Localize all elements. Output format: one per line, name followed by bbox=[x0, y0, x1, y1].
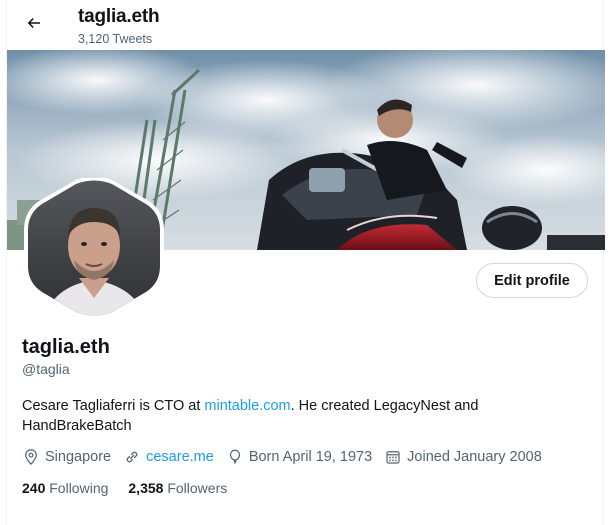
profile-avatar[interactable] bbox=[24, 176, 164, 320]
arrow-left-icon bbox=[27, 17, 40, 29]
follow-stats: 240 Following 2,358 Followers bbox=[22, 480, 247, 496]
link-icon bbox=[126, 451, 138, 463]
following-label: Following bbox=[49, 480, 109, 496]
balloon-icon bbox=[229, 449, 240, 464]
following-link[interactable]: 240 Following bbox=[22, 480, 108, 496]
profile-page: taglia.eth 3,120 Tweets Edit profile tag… bbox=[6, 0, 605, 525]
back-button[interactable] bbox=[21, 10, 47, 36]
profile-header-bar: taglia.eth 3,120 Tweets bbox=[7, 0, 605, 50]
meta-website: cesare.me bbox=[123, 448, 214, 466]
tweet-count: 3,120 Tweets bbox=[78, 32, 153, 46]
bio-text-before: Cesare Tagliaferri is CTO at bbox=[22, 398, 205, 414]
location-text: Singapore bbox=[45, 449, 112, 465]
profile-meta: Singapore cesare.me Born April 19, 1973 bbox=[22, 447, 554, 467]
joined-text: Joined January 2008 bbox=[407, 449, 542, 465]
followers-link[interactable]: 2,358 Followers bbox=[128, 480, 227, 496]
calendar-icon bbox=[386, 451, 400, 464]
website-link[interactable]: cesare.me bbox=[146, 449, 214, 465]
profile-name: taglia.eth bbox=[22, 336, 110, 358]
profile-handle: @taglia bbox=[22, 361, 70, 377]
meta-birthday: Born April 19, 1973 bbox=[226, 448, 372, 466]
meta-joined: Joined January 2008 bbox=[384, 448, 542, 466]
birthday-text: Born April 19, 1973 bbox=[248, 449, 373, 465]
followers-count: 2,358 bbox=[128, 480, 164, 496]
followers-label: Followers bbox=[167, 480, 228, 496]
following-count: 240 bbox=[22, 480, 46, 496]
edit-profile-button[interactable]: Edit profile bbox=[476, 263, 588, 298]
profile-bio: Cesare Tagliaferri is CTO at mintable.co… bbox=[22, 396, 542, 436]
location-pin-icon bbox=[25, 449, 37, 465]
meta-location: Singapore bbox=[22, 448, 111, 466]
header-title: taglia.eth bbox=[78, 6, 160, 27]
bio-link-mintable[interactable]: mintable.com bbox=[204, 398, 290, 414]
